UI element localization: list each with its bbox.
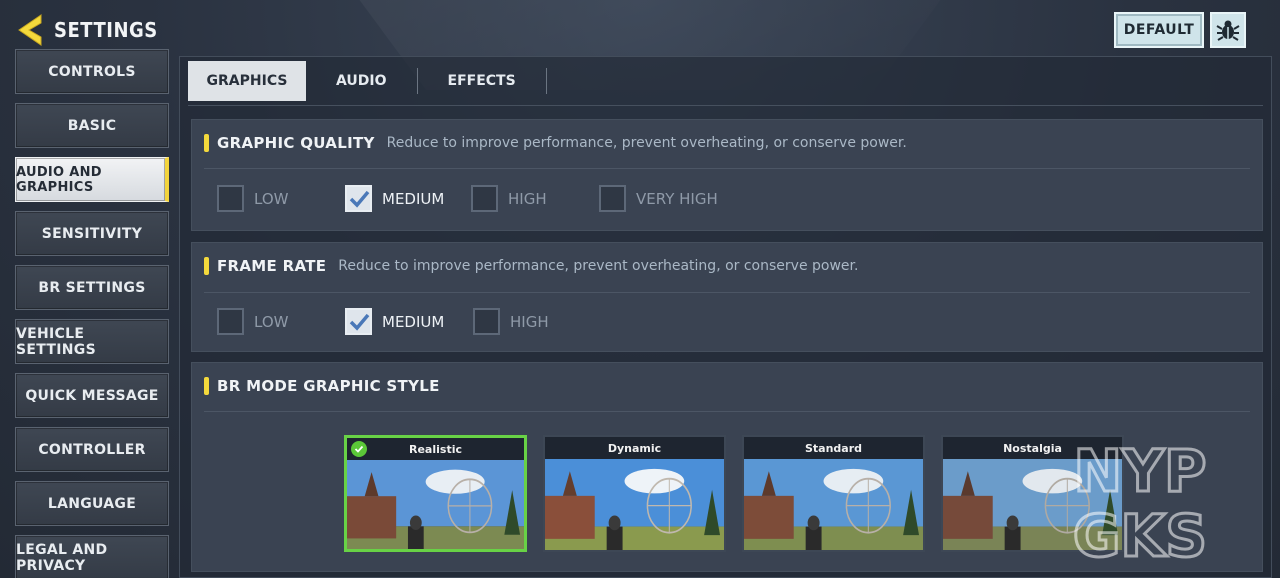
sidebar: CONTROLS BASIC AUDIO AND GRAPHICS SENSIT… xyxy=(15,49,169,578)
style-card-standard[interactable]: Standard xyxy=(742,435,925,552)
option-label: LOW xyxy=(254,189,289,208)
checkbox[interactable] xyxy=(217,185,244,212)
option-label: VERY HIGH xyxy=(636,189,718,208)
accent-bar xyxy=(204,134,209,152)
default-button[interactable]: DEFAULT xyxy=(1114,12,1204,48)
style-preview-image xyxy=(943,459,1122,550)
option-low[interactable]: LOW xyxy=(217,185,345,212)
sidebar-item-sensitivity[interactable]: SENSITIVITY xyxy=(15,211,169,256)
section-divider xyxy=(204,168,1250,169)
graphic-style-cards: Realistic Dynamic Standard Nostalgia xyxy=(344,435,1124,552)
graphic-quality-options: LOW MEDIUM HIGH VERY HIGH xyxy=(217,185,718,212)
option-medium[interactable]: MEDIUM xyxy=(345,185,471,212)
tab-audio[interactable]: AUDIO xyxy=(306,61,417,101)
tab-effects[interactable]: EFFECTS xyxy=(418,61,546,101)
checkbox[interactable] xyxy=(471,185,498,212)
style-card-nostalgia[interactable]: Nostalgia xyxy=(941,435,1124,552)
checkmark-icon xyxy=(349,190,369,208)
checkbox[interactable] xyxy=(473,308,500,335)
sidebar-item-controls[interactable]: CONTROLS xyxy=(15,49,169,94)
tab-bar: GRAPHICS AUDIO EFFECTS xyxy=(188,61,547,101)
option-label: MEDIUM xyxy=(382,312,445,331)
checkbox[interactable] xyxy=(599,185,626,212)
option-low[interactable]: LOW xyxy=(217,308,345,335)
style-preview-image xyxy=(545,459,724,550)
bug-report-button[interactable] xyxy=(1210,12,1246,48)
tab-divider xyxy=(188,105,1263,106)
option-very-high[interactable]: VERY HIGH xyxy=(599,185,718,212)
style-card-label: Standard xyxy=(744,437,923,459)
bug-icon xyxy=(1216,20,1240,41)
style-preview-image xyxy=(744,459,923,550)
style-card-dynamic[interactable]: Dynamic xyxy=(543,435,726,552)
option-medium[interactable]: MEDIUM xyxy=(345,308,473,335)
graphic-quality-section: GRAPHIC QUALITY Reduce to improve perfor… xyxy=(191,119,1263,231)
sidebar-item-basic[interactable]: BASIC xyxy=(15,103,169,148)
header: SETTINGS xyxy=(14,10,158,50)
back-button[interactable] xyxy=(14,12,46,48)
sidebar-item-vehicle-settings[interactable]: VEHICLE SETTINGS xyxy=(15,319,169,364)
settings-panel: GRAPHICS AUDIO EFFECTS GRAPHIC QUALITY R… xyxy=(179,56,1272,578)
accent-bar xyxy=(204,377,209,395)
section-divider xyxy=(204,292,1250,293)
tab-graphics[interactable]: GRAPHICS xyxy=(188,61,306,101)
style-card-label: Dynamic xyxy=(545,437,724,459)
accent-bar xyxy=(204,257,209,275)
section-divider xyxy=(204,411,1250,412)
style-card-realistic[interactable]: Realistic xyxy=(344,435,527,552)
sidebar-item-quick-message[interactable]: QUICK MESSAGE xyxy=(15,373,169,418)
sidebar-item-legal-and-privacy[interactable]: LEGAL AND PRIVACY xyxy=(15,535,169,578)
br-mode-graphic-style-section: BR MODE GRAPHIC STYLE Realistic Dynamic … xyxy=(191,362,1263,572)
frame-rate-options: LOW MEDIUM HIGH xyxy=(217,308,549,335)
checkbox[interactable] xyxy=(217,308,244,335)
section-description: Reduce to improve performance, prevent o… xyxy=(386,135,907,151)
style-preview-image xyxy=(347,460,524,549)
checkmark-icon xyxy=(349,313,369,331)
section-title: GRAPHIC QUALITY xyxy=(217,134,375,152)
page-title: SETTINGS xyxy=(54,18,158,42)
option-high[interactable]: HIGH xyxy=(471,185,599,212)
section-header: FRAME RATE Reduce to improve performance… xyxy=(204,257,858,275)
section-header: GRAPHIC QUALITY Reduce to improve perfor… xyxy=(204,134,907,152)
style-card-label: Nostalgia xyxy=(943,437,1122,459)
checkbox-checked[interactable] xyxy=(345,185,372,212)
sidebar-item-audio-and-graphics[interactable]: AUDIO AND GRAPHICS xyxy=(15,157,169,202)
section-header: BR MODE GRAPHIC STYLE xyxy=(204,377,452,395)
style-card-label: Realistic xyxy=(347,438,524,460)
option-label: LOW xyxy=(254,312,289,331)
option-label: HIGH xyxy=(510,312,549,331)
top-right-actions: DEFAULT xyxy=(1114,12,1246,48)
back-arrow-icon xyxy=(18,14,42,46)
section-description: Reduce to improve performance, prevent o… xyxy=(338,258,859,274)
sidebar-item-language[interactable]: LANGUAGE xyxy=(15,481,169,526)
frame-rate-section: FRAME RATE Reduce to improve performance… xyxy=(191,242,1263,352)
option-label: MEDIUM xyxy=(382,189,445,208)
sidebar-item-br-settings[interactable]: BR SETTINGS xyxy=(15,265,169,310)
option-high[interactable]: HIGH xyxy=(473,308,549,335)
checkbox-checked[interactable] xyxy=(345,308,372,335)
tab-separator xyxy=(545,68,547,94)
option-label: HIGH xyxy=(508,189,547,208)
sidebar-item-controller[interactable]: CONTROLLER xyxy=(15,427,169,472)
section-title: FRAME RATE xyxy=(217,257,327,275)
selected-check-icon xyxy=(351,441,367,457)
section-title: BR MODE GRAPHIC STYLE xyxy=(217,377,440,395)
